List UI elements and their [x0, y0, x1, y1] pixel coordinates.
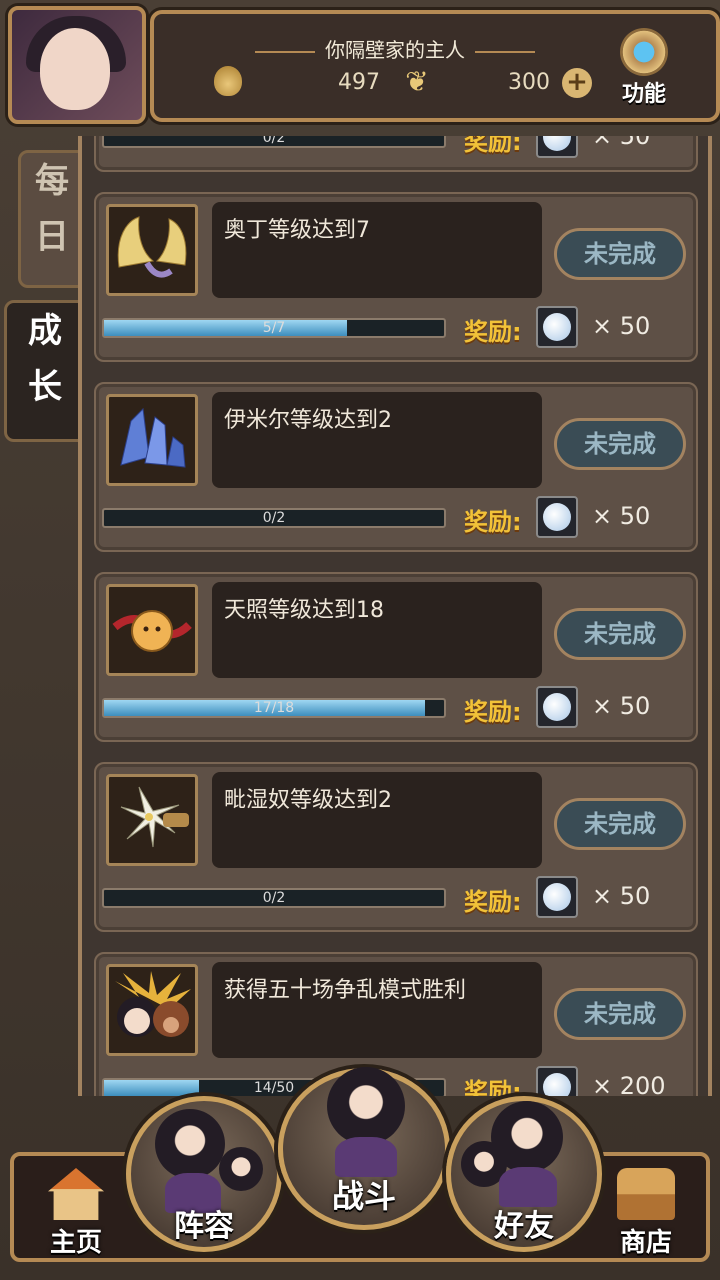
- status-incomplete-button[interactable]: 未完成: [554, 608, 686, 660]
- reward-amount: × 50: [592, 882, 651, 910]
- nav-team-button[interactable]: 阵容: [126, 1096, 282, 1252]
- reward-amount: × 50: [592, 136, 651, 150]
- reward-label: 奖励:: [464, 1078, 522, 1096]
- task-title: 伊米尔等级达到2: [212, 392, 542, 488]
- task-title: 获得五十场争乱模式胜利: [212, 962, 542, 1058]
- task-card: 伊米尔等级达到2 未完成 0/2 奖励: × 50: [94, 382, 698, 552]
- function-label: 功能: [621, 82, 666, 107]
- tab-daily-char-1: 每: [35, 161, 69, 201]
- player-name: 你隔壁家的主人: [154, 34, 636, 63]
- house-icon: [48, 1168, 104, 1220]
- status-incomplete-button[interactable]: 未完成: [554, 798, 686, 850]
- coin-icon: [536, 306, 578, 348]
- avatar-face: [40, 28, 110, 110]
- progress-bar: 17/18: [102, 698, 446, 718]
- progress-bar: 0/2: [102, 136, 446, 148]
- treasure-chest-icon: [617, 1168, 675, 1220]
- progress-text: 0/2: [262, 136, 286, 146]
- progress-text: 17/18: [253, 700, 295, 716]
- reward-label: 奖励:: [464, 508, 522, 536]
- coin-icon: [536, 1066, 578, 1096]
- task-card: 0/2 奖励: × 50: [94, 136, 698, 172]
- nav-shop-label: 商店: [619, 1228, 672, 1258]
- tab-growth[interactable]: 成 长: [4, 300, 86, 442]
- function-button[interactable]: 功能: [612, 28, 676, 108]
- coin-icon: [536, 686, 578, 728]
- tab-growth-char-2: 长: [28, 367, 62, 407]
- coin-icon: [536, 136, 578, 158]
- sun-mascot-icon: [106, 584, 198, 676]
- flame-icon: [214, 66, 242, 96]
- nav-battle-label: 战斗: [331, 1177, 396, 1215]
- tab-daily[interactable]: 每 日: [18, 150, 86, 288]
- task-title: 毗湿奴等级达到2: [212, 772, 542, 868]
- plus-icon[interactable]: +: [562, 68, 592, 98]
- progress-bar: 0/2: [102, 888, 446, 908]
- status-incomplete-button[interactable]: 未完成: [554, 418, 686, 470]
- nav-home-button[interactable]: 主页: [34, 1168, 118, 1259]
- blue-crystal-icon: [106, 394, 198, 486]
- reward-label: 奖励:: [464, 698, 522, 726]
- player-avatar[interactable]: [8, 6, 146, 124]
- nav-home-label: 主页: [49, 1228, 102, 1258]
- nav-battle-button[interactable]: 战斗: [278, 1067, 450, 1230]
- chibi-character-icon: [155, 1109, 225, 1179]
- nav-team-label: 阵容: [174, 1209, 234, 1244]
- progress-bar: 5/7: [102, 318, 446, 338]
- reward-amount: × 50: [592, 692, 651, 720]
- reward-label: 奖励:: [464, 318, 522, 346]
- currency-1-value: 497: [338, 70, 380, 95]
- coin-icon: [536, 496, 578, 538]
- progress-bar: 0/2: [102, 508, 446, 528]
- nav-friends-button[interactable]: 好友: [446, 1096, 602, 1252]
- white-lily-icon: [106, 774, 198, 866]
- reward-amount: × 50: [592, 502, 651, 530]
- reward-label: 奖励:: [464, 888, 522, 916]
- golden-wings-icon: [106, 204, 198, 296]
- tab-growth-char-1: 成: [28, 311, 62, 351]
- status-incomplete-button[interactable]: 未完成: [554, 228, 686, 280]
- butterfly-icon: ❦: [405, 65, 429, 98]
- chibi-battle-icon: [106, 964, 198, 1056]
- currency-2-value: 300: [508, 70, 550, 95]
- progress-text: 0/2: [262, 510, 286, 526]
- task-title: 奥丁等级达到7: [212, 202, 542, 298]
- coin-icon: [536, 876, 578, 918]
- reward-amount: × 200: [592, 1072, 666, 1096]
- task-list[interactable]: 0/2 奖励: × 50 奥丁等级达到7 未完成 5/7 奖励: × 50 伊米…: [78, 136, 712, 1096]
- task-title: 天照等级达到18: [212, 582, 542, 678]
- status-incomplete-button[interactable]: 未完成: [554, 988, 686, 1040]
- task-card: 毗湿奴等级达到2 未完成 0/2 奖励: × 50: [94, 762, 698, 932]
- reward-label: 奖励:: [464, 136, 522, 156]
- task-card: 奥丁等级达到7 未完成 5/7 奖励: × 50: [94, 192, 698, 362]
- task-card: 天照等级达到18 未完成 17/18 奖励: × 50: [94, 572, 698, 742]
- nav-friends-label: 好友: [494, 1209, 554, 1244]
- gear-icon: [620, 28, 668, 76]
- nav-shop-button[interactable]: 商店: [604, 1168, 688, 1259]
- chibi-character-icon: [327, 1067, 405, 1145]
- reward-amount: × 50: [592, 312, 651, 340]
- tab-daily-char-2: 日: [35, 217, 69, 257]
- progress-text: 5/7: [262, 320, 286, 336]
- progress-text: 0/2: [262, 890, 286, 906]
- chibi-character-icon: [219, 1147, 263, 1191]
